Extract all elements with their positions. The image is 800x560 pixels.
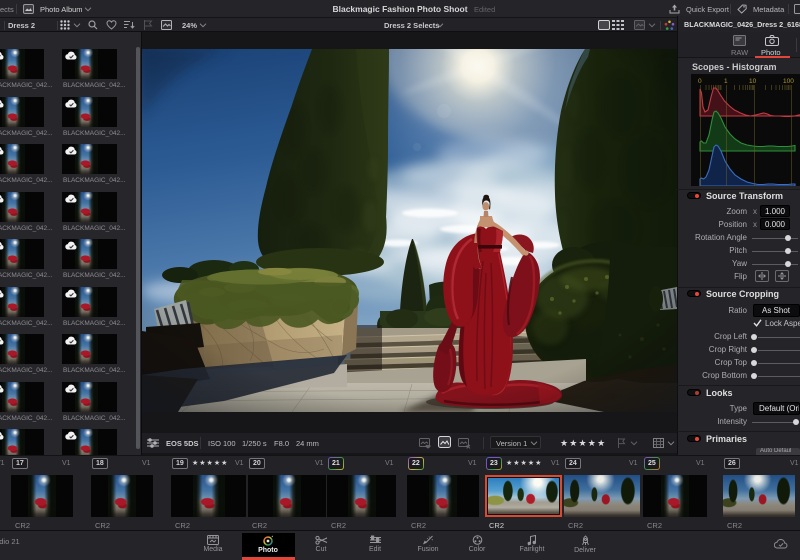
- svg-text:1: 1: [724, 78, 728, 85]
- svg-text:100: 100: [783, 78, 794, 85]
- svg-text:0: 0: [698, 78, 702, 85]
- svg-text:10: 10: [749, 78, 757, 85]
